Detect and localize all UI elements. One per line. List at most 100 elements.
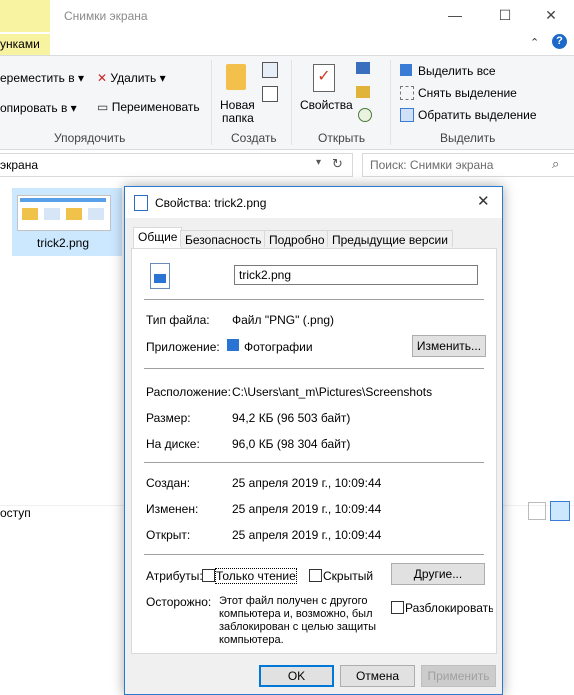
tab-details[interactable]: Подробно <box>264 230 330 247</box>
invert-selection-button[interactable]: Обратить выделение <box>418 108 537 122</box>
separator <box>144 462 484 463</box>
edit-icon[interactable] <box>356 86 370 98</box>
help-icon[interactable]: ? <box>552 34 567 49</box>
hidden-label[interactable]: Скрытый <box>323 569 373 583</box>
image-file-icon <box>150 263 170 289</box>
dialog-close-button[interactable]: ✕ <box>477 192 490 210</box>
created-label: Создан: <box>146 476 191 490</box>
disk-size-value: 96,0 КБ (98 304 байт) <box>232 437 351 451</box>
ribbon-separator <box>390 60 391 145</box>
ribbon-separator <box>291 60 292 145</box>
unblock-label[interactable]: Разблокировать <box>405 601 493 615</box>
caution-text-1: Этот файл получен с другого <box>219 595 368 607</box>
caution-text-4: компьютера. <box>219 634 284 646</box>
select-all-icon <box>400 64 412 76</box>
copy-to-button[interactable]: опировать в ▾ <box>0 101 77 115</box>
tab-security[interactable]: Безопасность <box>180 230 267 247</box>
close-window-button[interactable]: ✕ <box>528 0 574 30</box>
search-placeholder: Поиск: Снимки экрана <box>370 158 494 172</box>
delete-icon: ✕ <box>97 71 108 85</box>
quick-access-toolbar <box>0 0 50 32</box>
delete-button[interactable]: ✕ Удалить ▾ <box>97 71 166 85</box>
collapse-ribbon-icon[interactable]: ⌃ <box>530 36 539 49</box>
modified-label: Изменен: <box>146 502 199 516</box>
delete-label: Удалить <box>110 71 157 85</box>
disk-size-label: На диске: <box>146 437 200 451</box>
created-value: 25 апреля 2019 г., 10:09:44 <box>232 476 382 490</box>
properties-label[interactable]: Свойства <box>300 98 353 112</box>
minimize-button[interactable]: — <box>432 0 478 30</box>
caution-text-2: компьютера и, возможно, был <box>219 608 373 620</box>
invert-selection-icon <box>400 108 414 122</box>
details-view-icon[interactable] <box>528 502 546 520</box>
refresh-icon[interactable]: ↻ <box>332 156 343 172</box>
create-group-label: Создать <box>231 131 277 145</box>
large-icons-view-icon[interactable] <box>550 501 570 521</box>
separator <box>144 368 484 369</box>
general-tab-panel: trick2.png Тип файла: Файл "PNG" (.png) … <box>131 248 497 654</box>
ribbon-tab-label: унками <box>0 37 40 51</box>
rename-label: Переименовать <box>111 100 200 114</box>
caution-text-3: заблокирован с целью защиты <box>219 621 377 633</box>
location-value: C:\Users\ant_m\Pictures\Screenshots <box>232 385 433 399</box>
explorer-window-title: Снимки экрана <box>64 9 148 23</box>
accessed-label: Открыт: <box>146 528 191 542</box>
new-item-icon[interactable] <box>262 62 278 78</box>
search-icon[interactable]: ⌕ <box>552 156 559 172</box>
rename-icon: ▭ <box>97 100 109 114</box>
size-value: 94,2 КБ (96 503 байт) <box>232 411 351 425</box>
advanced-attributes-button[interactable]: Другие... <box>391 563 485 585</box>
select-group-label: Выделить <box>440 131 496 145</box>
properties-icon[interactable]: ✓ <box>313 64 335 92</box>
accessed-value: 25 апреля 2019 г., 10:09:44 <box>232 528 382 542</box>
new-folder-label-1[interactable]: Новая <box>220 98 255 112</box>
modified-value: 25 апреля 2019 г., 10:09:44 <box>232 502 382 516</box>
history-icon[interactable] <box>358 108 372 122</box>
move-to-button[interactable]: ереместить в ▾ <box>0 71 84 85</box>
tab-previous-versions[interactable]: Предыдущие версии <box>327 230 453 247</box>
address-text: экрана <box>0 158 39 172</box>
file-name-label: trick2.png <box>37 236 90 250</box>
select-none-button[interactable]: Снять выделение <box>418 86 517 100</box>
file-type-label: Тип файла: <box>146 313 210 327</box>
ribbon-tabs <box>0 32 574 54</box>
separator <box>144 299 484 300</box>
status-text: оступ <box>0 506 31 520</box>
ok-button[interactable]: OK <box>259 665 334 687</box>
new-folder-icon[interactable] <box>226 64 246 90</box>
caution-label: Осторожно: <box>146 595 212 609</box>
photos-app-icon <box>227 339 239 351</box>
rename-button[interactable]: ▭ Переименовать <box>97 100 200 114</box>
copy-to-label: опировать в <box>0 101 68 115</box>
ribbon-separator <box>211 60 212 145</box>
tab-general[interactable]: Общие <box>133 227 183 249</box>
address-bar[interactable]: экрана ▾ ↻ <box>0 153 353 177</box>
apply-button[interactable]: Применить <box>421 665 496 687</box>
size-label: Размер: <box>146 411 191 425</box>
file-type-value: Файл "PNG" (.png) <box>232 313 335 327</box>
unblock-checkbox[interactable] <box>391 601 404 614</box>
address-dropdown-icon[interactable]: ▾ <box>316 157 321 168</box>
maximize-button[interactable]: ☐ <box>482 0 528 30</box>
easy-access-icon[interactable] <box>262 86 278 102</box>
change-app-button[interactable]: Изменить... <box>412 335 486 357</box>
attributes-label: Атрибуты: <box>146 569 203 583</box>
open-icon[interactable] <box>356 62 370 74</box>
select-none-icon <box>400 86 414 100</box>
cancel-button[interactable]: Отмена <box>340 665 415 687</box>
readonly-checkbox[interactable] <box>202 569 215 582</box>
dialog-file-icon <box>134 195 148 211</box>
readonly-label[interactable]: Только чтение <box>215 568 297 584</box>
ribbon-tab-active[interactable]: унками <box>0 34 50 57</box>
filename-input[interactable]: trick2.png <box>234 265 478 285</box>
dialog-title: Свойства: trick2.png <box>155 196 267 210</box>
app-value: Фотографии <box>244 340 313 354</box>
search-box[interactable]: Поиск: Снимки экрана ⌕ <box>362 153 574 177</box>
hidden-checkbox[interactable] <box>309 569 322 582</box>
move-to-label: ереместить в <box>0 71 75 85</box>
organize-group-label: Упорядочить <box>54 131 126 145</box>
open-group-label: Открыть <box>318 131 366 145</box>
select-all-button[interactable]: Выделить все <box>418 64 496 78</box>
separator <box>144 554 484 555</box>
new-folder-label-2[interactable]: папка <box>222 111 254 125</box>
